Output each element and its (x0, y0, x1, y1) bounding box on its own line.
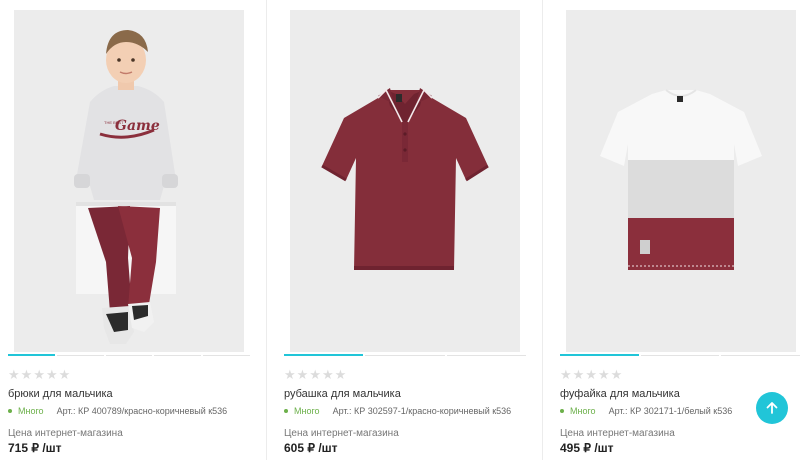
product-article: Арт.: КР 302171-1/белый к536 (608, 406, 733, 416)
product-meta: Много Арт.: КР 302597-1/красно-коричневы… (284, 406, 511, 416)
star-icon[interactable]: ★ (59, 369, 71, 382)
product-meta: Много Арт.: КР 400789/красно-коричневый … (8, 406, 227, 416)
product-grid: Game THE BEST ★ ★ ★ ★ ★ брюки для мальчи… (0, 0, 800, 460)
star-icon[interactable]: ★ (33, 369, 45, 382)
slider-segment[interactable] (203, 355, 250, 356)
star-icon[interactable]: ★ (297, 369, 309, 382)
star-icon[interactable]: ★ (335, 369, 347, 382)
price-label: Цена интернет-магазина (8, 428, 123, 439)
slider-segment-active[interactable] (8, 354, 55, 356)
tshirt-photo (566, 10, 796, 352)
arrow-up-icon (766, 402, 778, 414)
product-photo[interactable] (290, 10, 520, 352)
slider-segment-active[interactable] (284, 354, 364, 356)
star-icon[interactable]: ★ (585, 369, 597, 382)
product-price: 605 ₽ /шт (284, 441, 338, 455)
star-icon[interactable]: ★ (46, 369, 58, 382)
rating-stars[interactable]: ★ ★ ★ ★ ★ (560, 369, 622, 382)
star-icon[interactable]: ★ (309, 369, 321, 382)
product-article: Арт.: КР 302597-1/красно-коричневый к536 (332, 406, 512, 416)
stock-status: Много (294, 406, 320, 416)
image-slider-indicator[interactable] (560, 354, 800, 356)
product-price: 715 ₽ /шт (8, 441, 62, 455)
star-icon[interactable]: ★ (560, 369, 572, 382)
image-slider-indicator[interactable] (284, 354, 526, 356)
product-name[interactable]: рубашка для мальчика (284, 388, 401, 400)
product-card[interactable]: Game THE BEST ★ ★ ★ ★ ★ брюки для мальчи… (0, 0, 266, 460)
image-slider-indicator[interactable] (8, 354, 250, 356)
polo-shirt-photo (290, 10, 520, 352)
product-price: 495 ₽ /шт (560, 441, 614, 455)
rating-stars[interactable]: ★ ★ ★ ★ ★ (284, 369, 346, 382)
star-icon[interactable]: ★ (284, 369, 296, 382)
product-article: Арт.: КР 400789/красно-коричневый к536 (56, 406, 228, 416)
product-card[interactable]: ★ ★ ★ ★ ★ фуфайка для мальчика Много Арт… (543, 0, 800, 460)
product-photo[interactable]: Game THE BEST (14, 10, 244, 352)
scroll-to-top-button[interactable] (756, 392, 788, 424)
price-label: Цена интернет-магазина (284, 428, 399, 439)
stock-dot-icon (8, 409, 12, 413)
product-meta: Много Арт.: КР 302171-1/белый к536 (560, 406, 732, 416)
star-icon[interactable]: ★ (21, 369, 33, 382)
svg-text:THE BEST: THE BEST (104, 120, 124, 125)
stock-dot-icon (284, 409, 288, 413)
star-icon[interactable]: ★ (598, 369, 610, 382)
slider-segment[interactable] (365, 355, 445, 356)
product-photo[interactable] (566, 10, 796, 352)
slider-segment[interactable] (640, 355, 720, 356)
price-label: Цена интернет-магазина (560, 428, 675, 439)
product-name[interactable]: фуфайка для мальчика (560, 388, 680, 400)
boy-in-sweatshirt-and-pants-photo: Game THE BEST (14, 10, 244, 352)
star-icon[interactable]: ★ (573, 369, 585, 382)
slider-segment[interactable] (721, 355, 800, 356)
product-name[interactable]: брюки для мальчика (8, 388, 113, 400)
stock-status: Много (570, 406, 596, 416)
stock-dot-icon (560, 409, 564, 413)
product-card[interactable]: ★ ★ ★ ★ ★ рубашка для мальчика Много Арт… (267, 0, 542, 460)
slider-segment[interactable] (446, 355, 526, 356)
rating-stars[interactable]: ★ ★ ★ ★ ★ (8, 369, 70, 382)
star-icon[interactable]: ★ (611, 369, 623, 382)
slider-segment[interactable] (154, 355, 202, 356)
slider-segment[interactable] (105, 355, 153, 356)
slider-segment-active[interactable] (560, 354, 639, 356)
star-icon[interactable]: ★ (8, 369, 20, 382)
stock-status: Много (18, 406, 44, 416)
slider-segment[interactable] (56, 355, 104, 356)
star-icon[interactable]: ★ (322, 369, 334, 382)
